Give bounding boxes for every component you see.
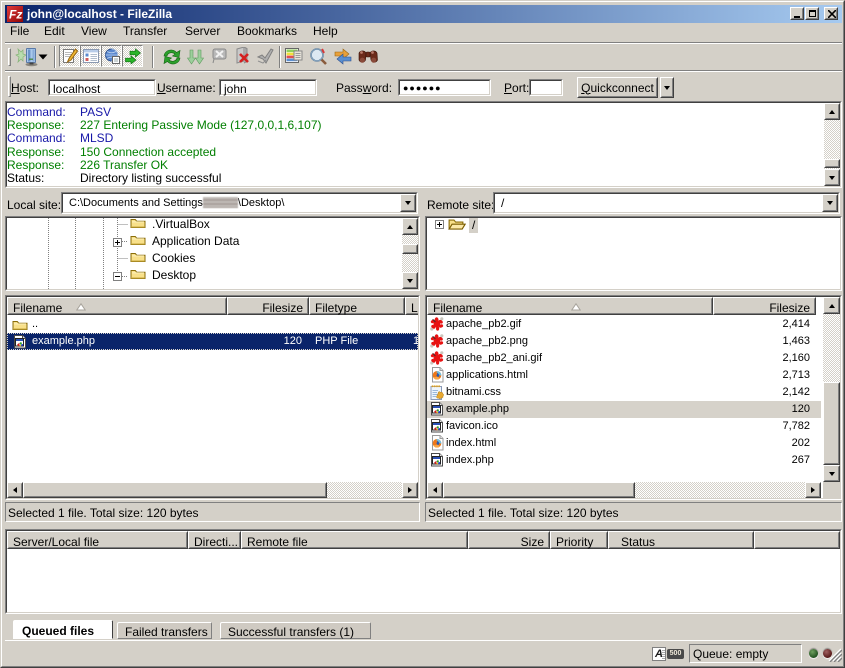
svg-text:Fz: Fz [9,8,22,22]
